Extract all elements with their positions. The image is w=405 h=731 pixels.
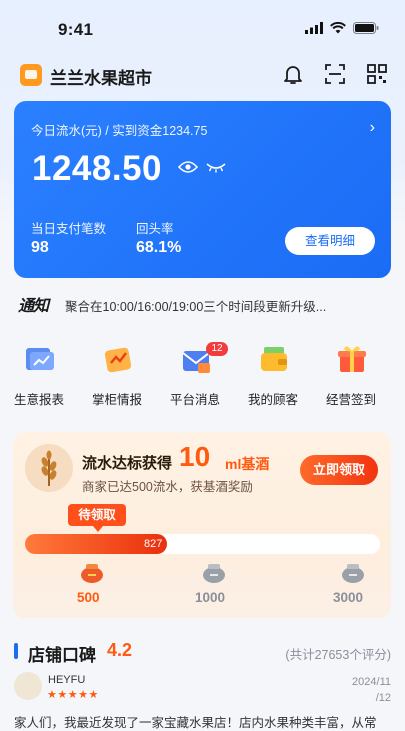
revenue-subtitle: 今日流水(元) / 实到资金1234.75 — [31, 124, 208, 138]
notice-tag: 通知 — [18, 298, 49, 315]
quick-action-intel[interactable]: 掌柜情报 — [78, 337, 156, 409]
shop-name[interactable]: 兰兰水果超市 — [50, 64, 152, 89]
eye-closed-icon[interactable] — [206, 160, 226, 174]
gift-icon — [338, 346, 366, 372]
section-accent-bar — [14, 643, 18, 659]
page-header: 兰兰水果超市 — [0, 58, 405, 94]
review-date: 2024/11/12 — [331, 674, 391, 706]
quick-action-label: 我的顾客 — [247, 393, 298, 407]
quick-action-customers[interactable]: 我的顾客 — [234, 337, 312, 409]
quick-action-label: 生意报表 — [13, 393, 64, 407]
notice-bar[interactable]: 通知 聚合在10:00/16:00/19:00三个时间段更新升级... — [18, 292, 393, 316]
avatar — [14, 672, 42, 700]
revenue-card[interactable]: 今日流水(元) / 实到资金1234.75 › 1248.50 当日支付笔数 9… — [14, 101, 391, 278]
pending-claim-tag: 待领取 — [68, 504, 126, 532]
header-actions — [281, 62, 389, 86]
wallet-icon — [261, 347, 287, 371]
promo-description: 商家已达500流水，获基酒奖励 — [82, 480, 253, 494]
status-bar: 9:41 — [0, 0, 405, 50]
status-time: 9:41 — [58, 20, 94, 39]
return-rate-label: 回头率 — [136, 222, 174, 236]
review-user: HEYFU — [48, 674, 86, 686]
payment-count-value: 98 — [31, 239, 49, 256]
report-icon — [26, 348, 54, 370]
view-details-button[interactable]: 查看明细 — [285, 227, 375, 255]
intel-icon — [104, 347, 132, 373]
milestone-value: 500 — [77, 590, 100, 605]
promo-reward-amount: 10 — [179, 441, 211, 472]
wifi-icon — [330, 22, 346, 34]
reward-pot-icon — [203, 564, 225, 583]
milestone-value: 3000 — [333, 590, 364, 605]
signal-icon — [305, 22, 323, 34]
shop-logo — [20, 64, 42, 86]
message-count-badge: 12 — [206, 342, 228, 356]
store-rating-section: 店铺口碑 4.2 (共计27653个评分) — [14, 640, 391, 665]
visibility-toggles — [178, 160, 226, 174]
reward-pot-icon — [342, 564, 364, 583]
scan-icon[interactable] — [323, 62, 347, 86]
quick-action-checkin[interactable]: 经营签到 — [312, 337, 390, 409]
wheat-icon — [25, 444, 73, 492]
reward-pot-icon — [81, 564, 103, 583]
promo-card: 流水达标获得 10 ml基酒 商家已达500流水，获基酒奖励 立即领取 待领取 … — [13, 432, 391, 618]
rating-score: 4.2 — [107, 640, 133, 660]
review-date-line1: 2024/11 — [352, 676, 391, 688]
battery-icon — [353, 22, 379, 34]
promo-title: 流水达标获得 — [82, 455, 173, 472]
promo-reward-unit: ml基酒 — [225, 456, 270, 472]
milestone-value: 1000 — [195, 590, 226, 605]
quick-action-label: 平台消息 — [169, 393, 220, 407]
quick-action-label: 经营签到 — [325, 393, 376, 407]
review-item[interactable]: HEYFU ★★★★★ 2024/11/12 家人们，我最近发现了一家宝藏水果店… — [14, 672, 391, 730]
review-text: 家人们，我最近发现了一家宝藏水果店！店内水果种类丰富，从常 — [14, 716, 377, 730]
review-date-line2: /12 — [375, 692, 391, 704]
progress-value: 827 — [144, 538, 163, 550]
status-icons — [305, 22, 379, 34]
notice-text: 聚合在10:00/16:00/19:00三个时间段更新升级... — [65, 300, 327, 314]
chevron-right-icon[interactable]: › — [370, 119, 375, 137]
quick-action-messages[interactable]: 12 平台消息 — [156, 337, 234, 409]
bell-icon[interactable] — [281, 62, 305, 86]
payment-count-label: 当日支付笔数 — [31, 222, 107, 236]
rating-count[interactable]: (共计27653个评分) — [285, 644, 391, 663]
claim-now-button[interactable]: 立即领取 — [300, 455, 378, 485]
eye-open-icon[interactable] — [178, 160, 198, 174]
quick-action-report[interactable]: 生意报表 — [0, 337, 78, 409]
quick-actions: 生意报表 掌柜情报 12 平台消息 我的顾客 经营签到 — [0, 337, 405, 409]
review-stars: ★★★★★ — [47, 689, 99, 701]
quick-action-label: 掌柜情报 — [91, 393, 142, 407]
qrcode-icon[interactable] — [365, 62, 389, 86]
revenue-amount: 1248.50 — [32, 149, 163, 188]
return-rate-value: 68.1% — [136, 239, 182, 256]
rating-title: 店铺口碑 — [28, 646, 96, 665]
